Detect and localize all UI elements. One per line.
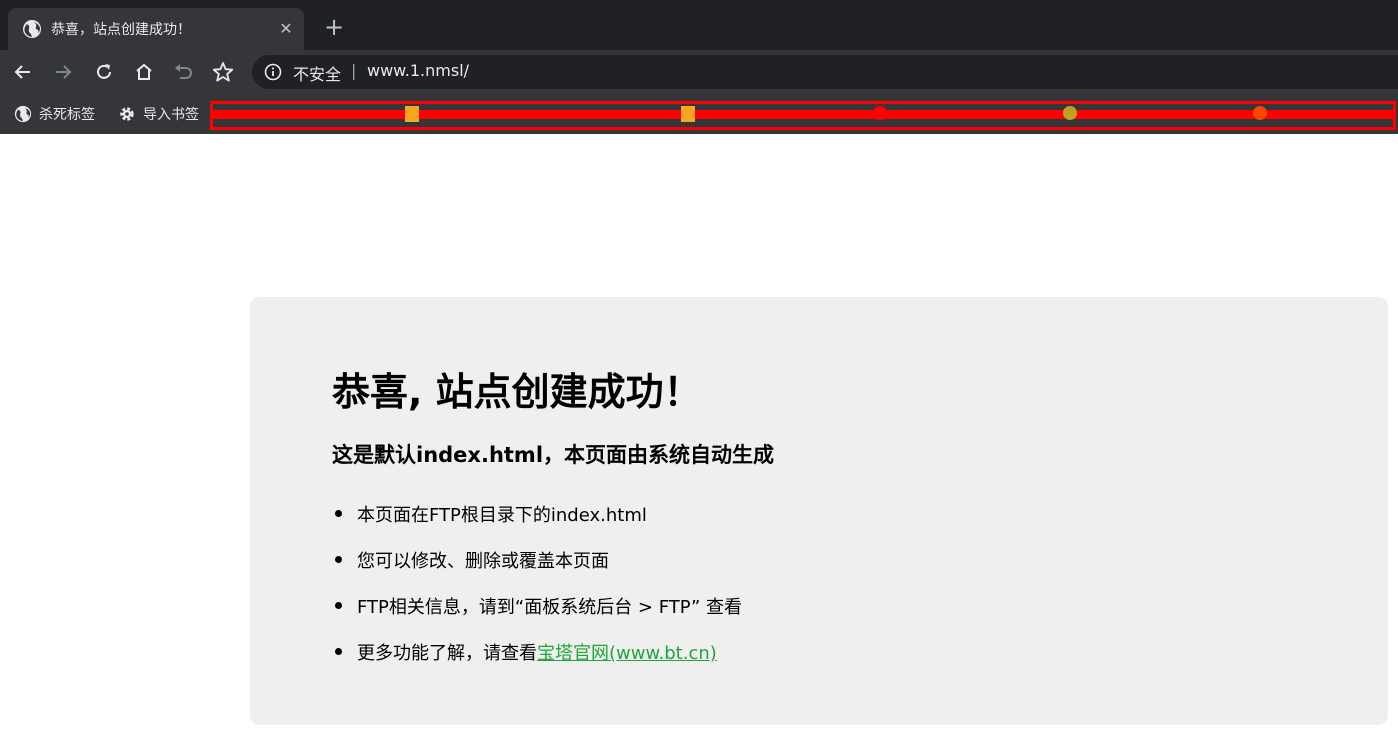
page-subtitle: 这是默认index.html，本页面由系统自动生成 [332, 443, 775, 467]
arrow-right-icon [56, 65, 72, 79]
undo-icon [175, 64, 192, 79]
security-status[interactable]: 不安全 [293, 61, 341, 85]
globe-icon [23, 20, 41, 38]
back-button[interactable] [9, 58, 37, 86]
bt-official-site-link[interactable]: 宝塔官网(www.bt.cn) [537, 643, 717, 664]
list-item: 您可以修改、删除或覆盖本页面 [332, 547, 742, 593]
redacted-favicon [405, 106, 419, 122]
browser-toolbar: 不安全 | www.1.nmsl/ [0, 50, 1398, 94]
page-title: 恭喜, 站点创建成功！ [332, 370, 702, 414]
bookmark-label: 导入书签 [143, 107, 199, 123]
info-list: 本页面在FTP根目录下的index.html 您可以修改、删除或覆盖本页面 FT… [332, 501, 742, 685]
tab-title: 恭喜，站点创建成功！ [51, 22, 191, 38]
content-card: 恭喜, 站点创建成功！ 这是默认index.html，本页面由系统自动生成 本页… [250, 297, 1388, 725]
list-item: 本页面在FTP根目录下的index.html [332, 501, 742, 547]
gear-icon [120, 107, 134, 121]
undo-button[interactable] [169, 58, 197, 86]
list-item-text: FTP相关信息，请到“面板系统后台 > FTP” 查看 [357, 597, 743, 618]
arrow-left-icon [14, 65, 30, 79]
info-icon[interactable] [264, 63, 282, 81]
forward-button[interactable] [49, 58, 77, 86]
url-text[interactable]: www.1.nmsl/ [367, 61, 469, 80]
globe-icon [14, 105, 32, 123]
redacted-bookmarks [210, 101, 1396, 130]
tab-strip: 恭喜，站点创建成功！ ✕ + [0, 0, 1398, 50]
address-bar[interactable]: 不安全 | www.1.nmsl/ [252, 55, 1398, 89]
star-icon [212, 62, 234, 82]
redacted-favicon [873, 106, 887, 120]
list-item-text: 您可以修改、删除或覆盖本页面 [357, 551, 609, 572]
redacted-favicon [1253, 106, 1267, 120]
redacted-favicon [681, 106, 695, 122]
bookmark-item-import[interactable]: 导入书签 [118, 102, 199, 126]
bookmark-item-kill-tabs[interactable]: 杀死标签 [14, 102, 95, 126]
bookmark-label: 杀死标签 [39, 107, 95, 123]
list-item-text: 本页面在FTP根目录下的index.html [357, 505, 647, 526]
redacted-favicon [1063, 106, 1077, 120]
new-tab-button[interactable]: + [320, 13, 348, 41]
list-item: FTP相关信息，请到“面板系统后台 > FTP” 查看 [332, 593, 742, 639]
list-item-text: 更多功能了解，请查看 [357, 643, 537, 664]
reload-icon [97, 64, 111, 79]
bookmark-star-button[interactable] [209, 58, 237, 86]
tab-close-button[interactable]: ✕ [276, 19, 296, 39]
home-button[interactable] [130, 58, 158, 86]
redaction-bar [213, 110, 1393, 119]
home-icon [136, 63, 152, 80]
bookmarks-bar: 杀死标签 导入书签 [0, 94, 1398, 134]
browser-tab[interactable]: 恭喜，站点创建成功！ ✕ [8, 8, 304, 50]
reload-button[interactable] [90, 58, 118, 86]
list-item: 更多功能了解，请查看宝塔官网(www.bt.cn) [332, 639, 742, 685]
omnibox-separator: | [351, 61, 357, 80]
